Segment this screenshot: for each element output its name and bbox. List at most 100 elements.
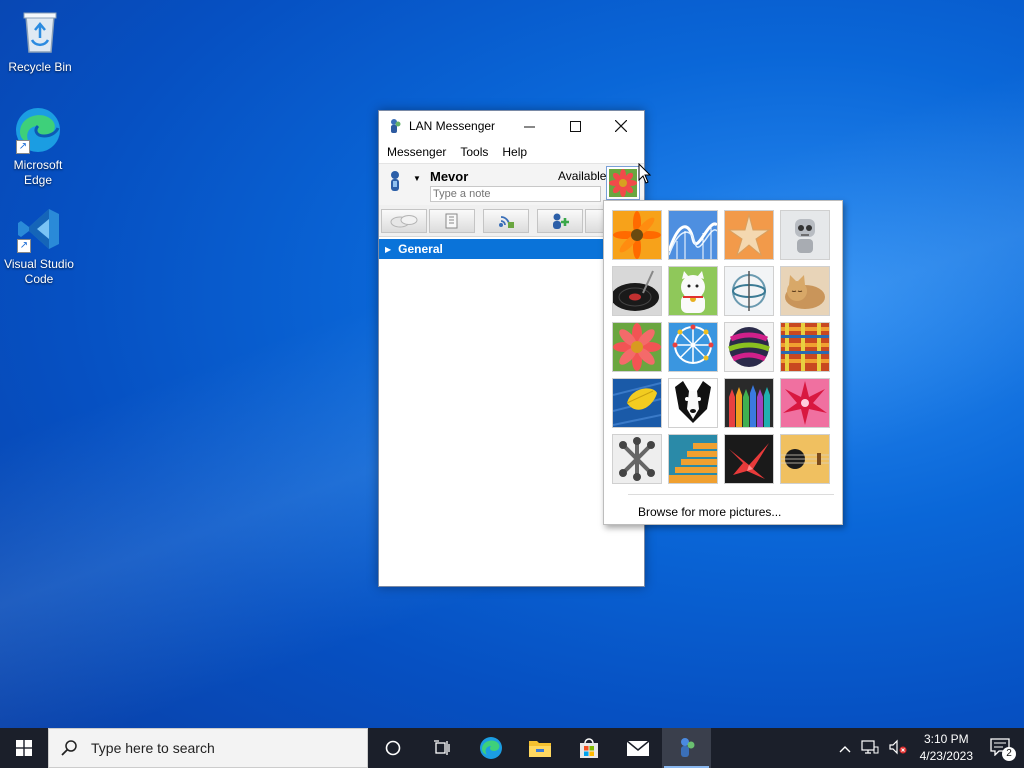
- picture-border-collie[interactable]: [668, 378, 718, 428]
- picture-vinyl-record[interactable]: [612, 266, 662, 316]
- user-name: Mevor: [430, 169, 469, 184]
- notification-count-badge: 2: [1002, 746, 1016, 761]
- windows-logo-icon: [16, 740, 32, 756]
- desktop-icon-label: Microsoft Edge: [13, 158, 63, 187]
- minimize-icon: [523, 126, 535, 127]
- network-icon[interactable]: [861, 739, 879, 758]
- picture-selection-menu: Browse for more pictures...: [603, 200, 843, 525]
- minimize-button[interactable]: [506, 111, 552, 141]
- group-name: General: [398, 242, 443, 256]
- picture-striped-ball[interactable]: [724, 322, 774, 372]
- recycle-bin-icon: [16, 8, 64, 56]
- edge-icon: ↗: [14, 106, 62, 154]
- close-button[interactable]: [598, 111, 644, 141]
- user-status-icon[interactable]: [388, 170, 402, 192]
- picture-robot-toy[interactable]: [780, 210, 830, 260]
- picture-starfish[interactable]: [724, 210, 774, 260]
- note-input[interactable]: [430, 186, 601, 202]
- user-info-bar: ▼ Mevor Available: [379, 163, 644, 205]
- maximize-icon: [569, 120, 581, 132]
- picture-orange-gerbera[interactable]: [612, 210, 662, 260]
- crayons-icon: [725, 379, 773, 427]
- picture-crayons[interactable]: [724, 378, 774, 428]
- start-button[interactable]: [0, 728, 48, 768]
- taskbar-mail[interactable]: [613, 728, 662, 768]
- picture-jacks[interactable]: [612, 434, 662, 484]
- maximize-button[interactable]: [552, 111, 598, 141]
- add-contact-button[interactable]: [537, 208, 583, 233]
- orange-gerbera-icon: [613, 211, 661, 259]
- taskbar-microsoft-edge[interactable]: [466, 728, 515, 768]
- picture-ferris-wheel[interactable]: [668, 322, 718, 372]
- jacks-icon: [613, 435, 661, 483]
- avatar-flower-icon: [609, 169, 637, 197]
- shortcut-arrow-icon: ↗: [17, 239, 31, 253]
- mail-envelope-icon: [626, 740, 649, 756]
- taskbar-clock[interactable]: 3:10 PM 4/23/2023: [920, 731, 973, 765]
- desktop-icon-visual-studio-code[interactable]: ↗ Visual Studio Code: [1, 205, 77, 287]
- picture-kitten[interactable]: [780, 266, 830, 316]
- clock-date: 4/23/2023: [919, 749, 973, 763]
- desktop-icon-microsoft-edge[interactable]: ↗ Microsoft Edge: [0, 106, 76, 188]
- yellow-leaf-icon: [613, 379, 661, 427]
- chat-icon: [390, 214, 418, 227]
- picture-pink-daisy[interactable]: [612, 322, 662, 372]
- red-star-lantern-icon: [781, 379, 829, 427]
- menu-separator: [628, 494, 834, 495]
- send-file-button[interactable]: [429, 208, 475, 233]
- search-icon: [61, 740, 77, 756]
- vscode-icon: ↗: [15, 205, 63, 253]
- search-placeholder: Type here to search: [91, 740, 215, 756]
- menu-tools[interactable]: Tools: [456, 145, 492, 159]
- user-status-text[interactable]: Available: [558, 169, 606, 183]
- task-view-button[interactable]: [417, 728, 466, 768]
- picture-lucky-cat[interactable]: [668, 266, 718, 316]
- show-hidden-icons-chevron-icon[interactable]: [839, 741, 851, 756]
- edge-icon: [479, 737, 502, 759]
- gyroscope-icon: [725, 267, 773, 315]
- shortcut-arrow-icon: ↗: [16, 140, 30, 154]
- menu-messenger[interactable]: Messenger: [383, 145, 450, 159]
- volume-muted-icon[interactable]: [889, 739, 907, 758]
- taskbar-lan-messenger[interactable]: [662, 728, 711, 768]
- border-collie-icon: [669, 379, 717, 427]
- system-tray: 3:10 PM 4/23/2023 2: [834, 728, 1024, 768]
- vinyl-record-icon: [613, 267, 661, 315]
- browse-pictures-menu-item[interactable]: Browse for more pictures...: [638, 505, 781, 519]
- taskbar-search-box[interactable]: Type here to search: [48, 728, 368, 768]
- picture-paper-crane[interactable]: [724, 434, 774, 484]
- picture-guitar[interactable]: [780, 434, 830, 484]
- woven-fabric-icon: [781, 323, 829, 371]
- broadcast-icon: [499, 215, 514, 228]
- menu-bar: Messenger Tools Help: [379, 141, 644, 163]
- add-user-icon: [553, 213, 569, 229]
- avatar-button[interactable]: [606, 166, 640, 200]
- store-bag-icon: [579, 738, 598, 758]
- picture-gyroscope[interactable]: [724, 266, 774, 316]
- desktop-icon-label: Visual Studio Code: [4, 257, 74, 286]
- expand-triangle-icon[interactable]: ▶: [385, 245, 391, 254]
- folder-icon: [528, 741, 551, 757]
- picture-roller-coaster[interactable]: [668, 210, 718, 260]
- file-icon: [445, 213, 458, 228]
- taskbar-microsoft-store[interactable]: [564, 728, 613, 768]
- picture-yellow-leaf[interactable]: [612, 378, 662, 428]
- taskbar-file-explorer[interactable]: [515, 728, 564, 768]
- stairs-icon: [669, 435, 717, 483]
- desktop-icon-recycle-bin[interactable]: Recycle Bin: [2, 8, 78, 75]
- status-dropdown-icon[interactable]: ▼: [413, 174, 421, 183]
- notification-center-button[interactable]: 2: [990, 737, 1016, 761]
- picture-woven-fabric[interactable]: [780, 322, 830, 372]
- roller-coaster-icon: [669, 211, 717, 259]
- title-bar[interactable]: LAN Messenger: [379, 111, 644, 141]
- close-icon: [615, 120, 627, 132]
- picture-red-star-lantern[interactable]: [780, 378, 830, 428]
- cortana-button[interactable]: [368, 728, 417, 768]
- clock-time: 3:10 PM: [923, 732, 969, 746]
- cortana-circle-icon: [385, 740, 400, 756]
- chat-button[interactable]: [381, 208, 427, 233]
- picture-stairs[interactable]: [668, 434, 718, 484]
- broadcast-button[interactable]: [483, 208, 529, 233]
- menu-help[interactable]: Help: [498, 145, 531, 159]
- lan-messenger-app-icon: [680, 738, 694, 757]
